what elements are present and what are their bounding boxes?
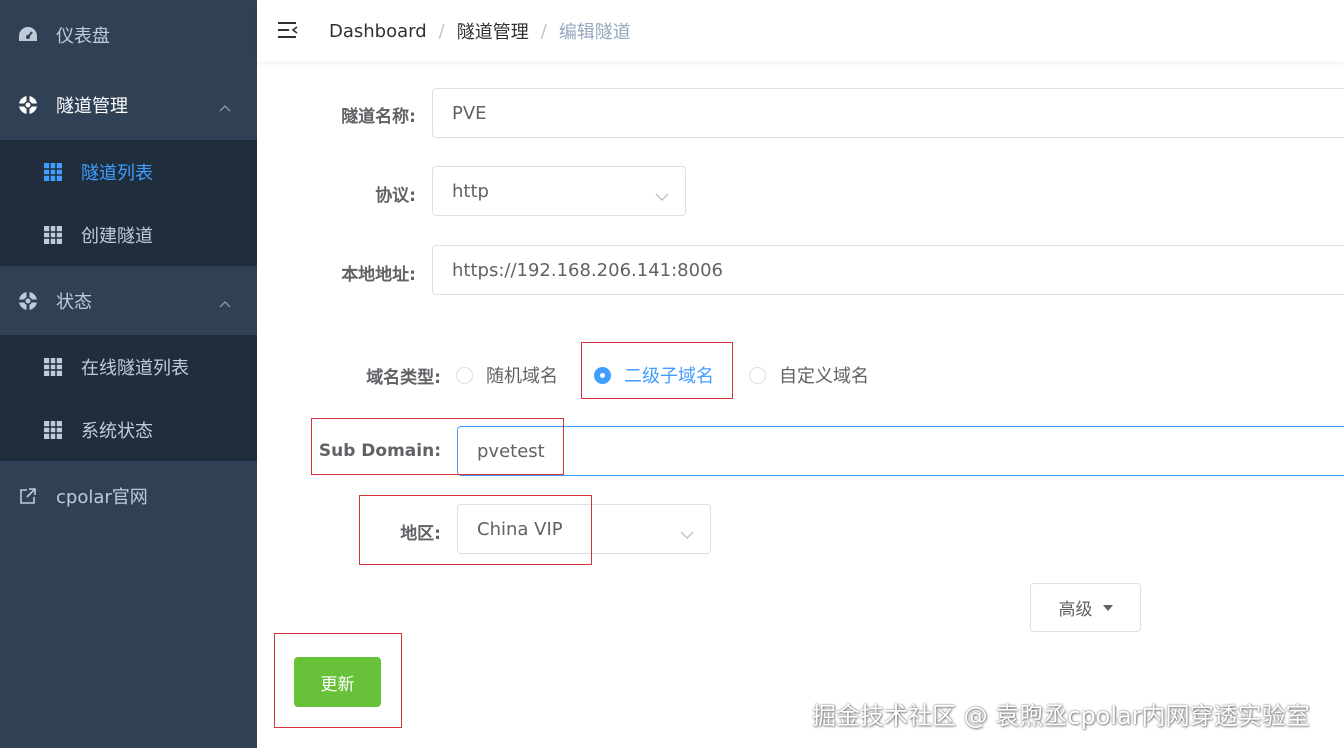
- protocol-label: 协议:: [375, 186, 416, 206]
- sidebar-item-label: 隧道列表: [81, 162, 153, 184]
- annotation-box-region: [359, 495, 592, 565]
- dashboard-icon: [18, 25, 38, 45]
- top-navbar: Dashboard / 隧道管理 / 编辑隧道: [257, 0, 1344, 62]
- watermark: 掘金技术社区 @ 袁煦丞cpolar内网穿透实验室: [812, 702, 1310, 730]
- chevron-up-icon: [219, 295, 231, 308]
- sidebar-item-label: 状态: [56, 292, 92, 313]
- radio-random-domain[interactable]: 随机域名: [456, 362, 558, 388]
- table-icon: [44, 225, 62, 244]
- sidebar: 仪表盘 隧道管理 隧道列表 创建隧道 状态 在线隧道列表 系统状态 cpolar…: [0, 0, 257, 748]
- tunnel-name-label: 隧道名称:: [341, 107, 416, 127]
- breadcrumb-dashboard[interactable]: Dashboard: [329, 21, 427, 42]
- sidebar-item-label: cpolar官网: [56, 487, 148, 508]
- tunnel-name-value: PVE: [452, 102, 487, 124]
- breadcrumb-separator: /: [540, 20, 547, 42]
- local-address-value: https://192.168.206.141:8006: [452, 259, 723, 281]
- local-address-input[interactable]: https://192.168.206.141:8006: [432, 245, 1344, 295]
- table-icon: [44, 162, 62, 181]
- chevron-down-icon: [655, 186, 669, 202]
- table-icon: [44, 357, 62, 376]
- chevron-up-icon: [219, 99, 231, 112]
- caret-down-icon: [1102, 604, 1113, 611]
- hamburger-icon[interactable]: [277, 20, 299, 40]
- sidebar-item-status[interactable]: 状态: [0, 266, 257, 336]
- submenu-tunnel-management: 隧道列表 创建隧道: [0, 140, 257, 266]
- domain-type-label: 域名类型:: [366, 368, 441, 388]
- annotation-box-update: [274, 633, 402, 728]
- protocol-select[interactable]: http: [432, 166, 686, 216]
- sidebar-item-label: 在线隧道列表: [81, 357, 189, 379]
- breadcrumb: Dashboard / 隧道管理 / 编辑隧道: [329, 18, 631, 44]
- chevron-down-icon: [680, 524, 694, 540]
- breadcrumb-edit-tunnel: 编辑隧道: [558, 22, 631, 43]
- annotation-box-sub-domain: [311, 418, 564, 475]
- sidebar-item-label: 隧道管理: [56, 96, 128, 117]
- sidebar-item-tunnel-management[interactable]: 隧道管理: [0, 70, 257, 140]
- sidebar-item-label: 创建隧道: [81, 225, 153, 247]
- breadcrumb-separator: /: [438, 20, 445, 42]
- radio-circle: [749, 366, 766, 384]
- external-link-icon: [18, 486, 38, 506]
- sidebar-item-tunnel-list[interactable]: 隧道列表: [0, 140, 257, 203]
- radio-circle: [456, 366, 473, 384]
- sidebar-item-system-status[interactable]: 系统状态: [0, 398, 257, 461]
- tunnel-name-input[interactable]: PVE: [432, 88, 1344, 138]
- submenu-status: 在线隧道列表 系统状态: [0, 335, 257, 461]
- radio-label: 自定义域名: [779, 366, 869, 387]
- lifebuoy-icon: [18, 291, 38, 311]
- radio-custom-domain[interactable]: 自定义域名: [749, 362, 869, 388]
- sub-domain-input[interactable]: pvetest: [457, 426, 1344, 476]
- sidebar-item-online-tunnels[interactable]: 在线隧道列表: [0, 335, 257, 398]
- sidebar-item-create-tunnel[interactable]: 创建隧道: [0, 203, 257, 266]
- protocol-value: http: [452, 180, 489, 202]
- breadcrumb-tunnel-management[interactable]: 隧道管理: [457, 18, 529, 44]
- table-icon: [44, 420, 62, 439]
- sidebar-item-dashboard[interactable]: 仪表盘: [0, 0, 257, 70]
- radio-label: 随机域名: [486, 366, 558, 387]
- advanced-button[interactable]: 高级: [1030, 583, 1141, 632]
- advanced-button-label: 高级: [1058, 600, 1093, 620]
- annotation-box-subdomain-radio: [581, 342, 733, 399]
- sidebar-item-label: 系统状态: [81, 420, 153, 442]
- local-address-label: 本地地址:: [341, 265, 416, 285]
- lifebuoy-icon: [18, 95, 38, 115]
- sidebar-item-label: 仪表盘: [56, 26, 110, 47]
- sidebar-item-cpolar-website[interactable]: cpolar官网: [0, 461, 257, 531]
